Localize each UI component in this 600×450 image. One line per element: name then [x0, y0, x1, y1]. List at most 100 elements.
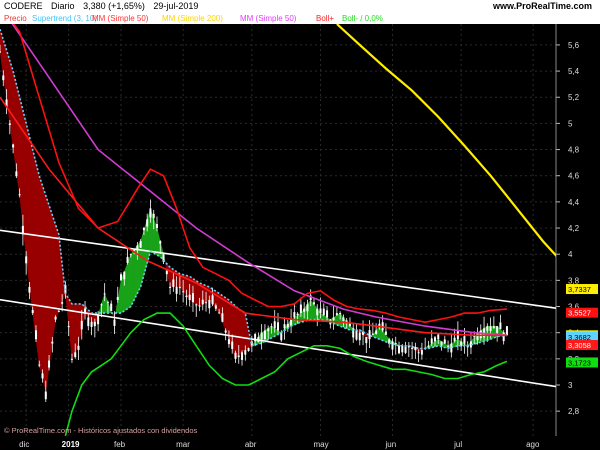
candle-body — [165, 270, 168, 275]
candle-body — [237, 355, 240, 358]
y-tick-label: 4 — [568, 250, 573, 259]
candle-body — [123, 271, 126, 280]
candle-body — [129, 254, 132, 256]
legend-item[interactable]: MM (Simple 200) — [160, 13, 225, 24]
candle-body — [492, 326, 495, 329]
candle-body — [126, 256, 129, 263]
candle-body — [319, 308, 322, 314]
supertrend-fill — [30, 142, 33, 314]
candle-body — [198, 305, 201, 307]
candle-body — [142, 227, 145, 231]
candle-body — [417, 352, 420, 354]
candle-body — [201, 299, 204, 305]
candle-body — [443, 339, 446, 344]
x-tick-label: dic — [19, 440, 29, 449]
candle-body — [41, 373, 44, 379]
candle-body — [234, 352, 237, 359]
candle-body — [57, 310, 60, 312]
y-tick-label: 5,4 — [568, 67, 580, 76]
candle-body — [339, 313, 342, 315]
candle-body — [404, 345, 407, 353]
candle-body — [67, 326, 70, 328]
candle-body — [283, 324, 286, 329]
supertrend-fill — [57, 229, 60, 316]
date-label: 29-jul-2019 — [153, 1, 199, 11]
legend-item[interactable]: MM (Simple 50) — [90, 13, 150, 24]
x-tick-label: jun — [384, 440, 396, 449]
candle-body — [401, 345, 404, 353]
supertrend-fill — [29, 136, 32, 300]
supertrend-fill — [52, 214, 55, 344]
candle-body — [332, 317, 335, 321]
candle-body — [208, 299, 211, 309]
candle-body — [303, 308, 306, 312]
value-label: 3,1723 — [568, 358, 591, 367]
candle-body — [371, 333, 374, 335]
candle-body — [247, 347, 250, 352]
legend-item[interactable]: MM (Simple 50) — [238, 13, 298, 24]
candle-body — [486, 326, 489, 331]
candle-body — [106, 302, 109, 304]
candle-body — [293, 312, 296, 318]
candle-body — [260, 332, 263, 340]
candle-body — [12, 144, 15, 148]
candle-body — [188, 294, 191, 300]
candle-body — [280, 332, 283, 341]
candle-body — [195, 304, 198, 306]
candle-body — [463, 336, 466, 344]
candle-body — [398, 345, 401, 354]
candle-body — [70, 358, 73, 360]
watermark-text: © ProRealTime.com - Históricos ajustados… — [4, 426, 197, 435]
site-link[interactable]: www.ProRealTime.com — [493, 0, 592, 13]
chart-header: CODERE Diario 3,380 (+1,65%) 29-jul-2019… — [0, 0, 600, 13]
candle-body — [447, 345, 450, 347]
supertrend-fill — [138, 240, 141, 291]
price-chart[interactable]: 5,65,45,254,84,64,44,243,83,63,43,232,8d… — [0, 24, 600, 450]
supertrend-fill — [241, 310, 244, 353]
x-tick-label: may — [314, 440, 329, 449]
price-axis-background — [556, 24, 600, 450]
candle-body — [326, 310, 329, 318]
candle-body — [411, 347, 414, 349]
x-tick-label: 2019 — [62, 440, 80, 449]
legend-item[interactable]: Supertrend (3, 10) — [30, 13, 99, 24]
candle-body — [80, 320, 83, 330]
candle-body — [97, 315, 100, 325]
candle-body — [365, 337, 368, 344]
candle-body — [61, 302, 64, 304]
candle-body — [93, 321, 96, 327]
supertrend-fill — [130, 251, 133, 307]
supertrend-fill — [48, 205, 51, 368]
candle-body — [120, 274, 123, 281]
candle-body — [34, 330, 37, 340]
candle-body — [221, 313, 224, 322]
value-label: 3,3058 — [568, 341, 591, 350]
x-tick-label: abr — [245, 440, 257, 449]
candle-body — [113, 319, 116, 326]
candle-body — [103, 293, 106, 295]
candle-body — [496, 326, 499, 333]
candle-body — [152, 213, 155, 219]
legend-item[interactable]: Boll- / 0,0% — [340, 13, 385, 24]
supertrend-fill — [11, 65, 14, 148]
candle-body — [322, 308, 325, 316]
y-tick-label: 2,8 — [568, 407, 580, 416]
candle-body — [479, 330, 482, 338]
legend-item[interactable]: Precio — [2, 13, 29, 24]
candle-body — [31, 309, 34, 314]
candle-body — [263, 330, 266, 340]
y-tick-label: 4,8 — [568, 146, 580, 155]
candle-body — [51, 341, 54, 344]
period-label: Diario — [51, 1, 75, 11]
supertrend-fill — [35, 162, 38, 353]
candle-body — [87, 317, 90, 327]
candle-body — [299, 304, 302, 314]
candle-body — [499, 322, 502, 330]
supertrend-fill — [240, 309, 243, 355]
supertrend-fill — [37, 169, 40, 366]
candle-body — [159, 241, 162, 244]
candle-body — [100, 304, 103, 306]
legend-item[interactable]: Boll+ — [314, 13, 336, 24]
chart-window: CODERE Diario 3,380 (+1,65%) 29-jul-2019… — [0, 0, 600, 450]
candle-body — [205, 302, 208, 304]
